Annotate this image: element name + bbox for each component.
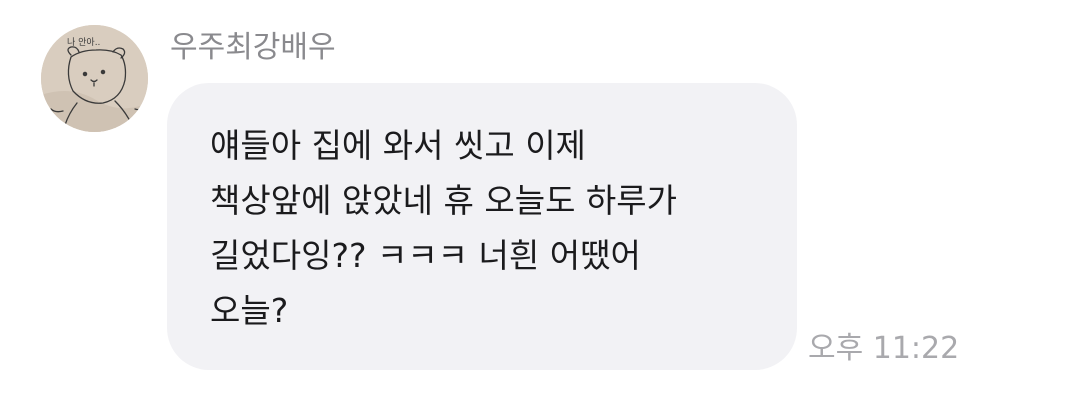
message-line: 길었다잉?? ㅋㅋㅋ 너흰 어땠어 <box>210 236 641 275</box>
message-line: 책상앞에 앉았네 휴 오늘도 하루가 <box>210 181 677 220</box>
profile-avatar[interactable]: 나 안아.. <box>41 25 148 132</box>
message-line: 오늘? <box>210 291 289 330</box>
sender-name[interactable]: 우주최강배우 <box>170 30 336 66</box>
bear-drawing-avatar-icon: 나 안아.. <box>41 25 148 132</box>
message-line: 얘들아 집에 와서 씻고 이제 <box>210 126 586 165</box>
message-timestamp: 오후 11:22 <box>808 331 960 366</box>
message-bubble[interactable]: 얘들아 집에 와서 씻고 이제 책상앞에 앉았네 휴 오늘도 하루가 길었다잉?… <box>167 83 797 370</box>
message-text: 얘들아 집에 와서 씻고 이제 책상앞에 앉았네 휴 오늘도 하루가 길었다잉?… <box>210 118 797 338</box>
